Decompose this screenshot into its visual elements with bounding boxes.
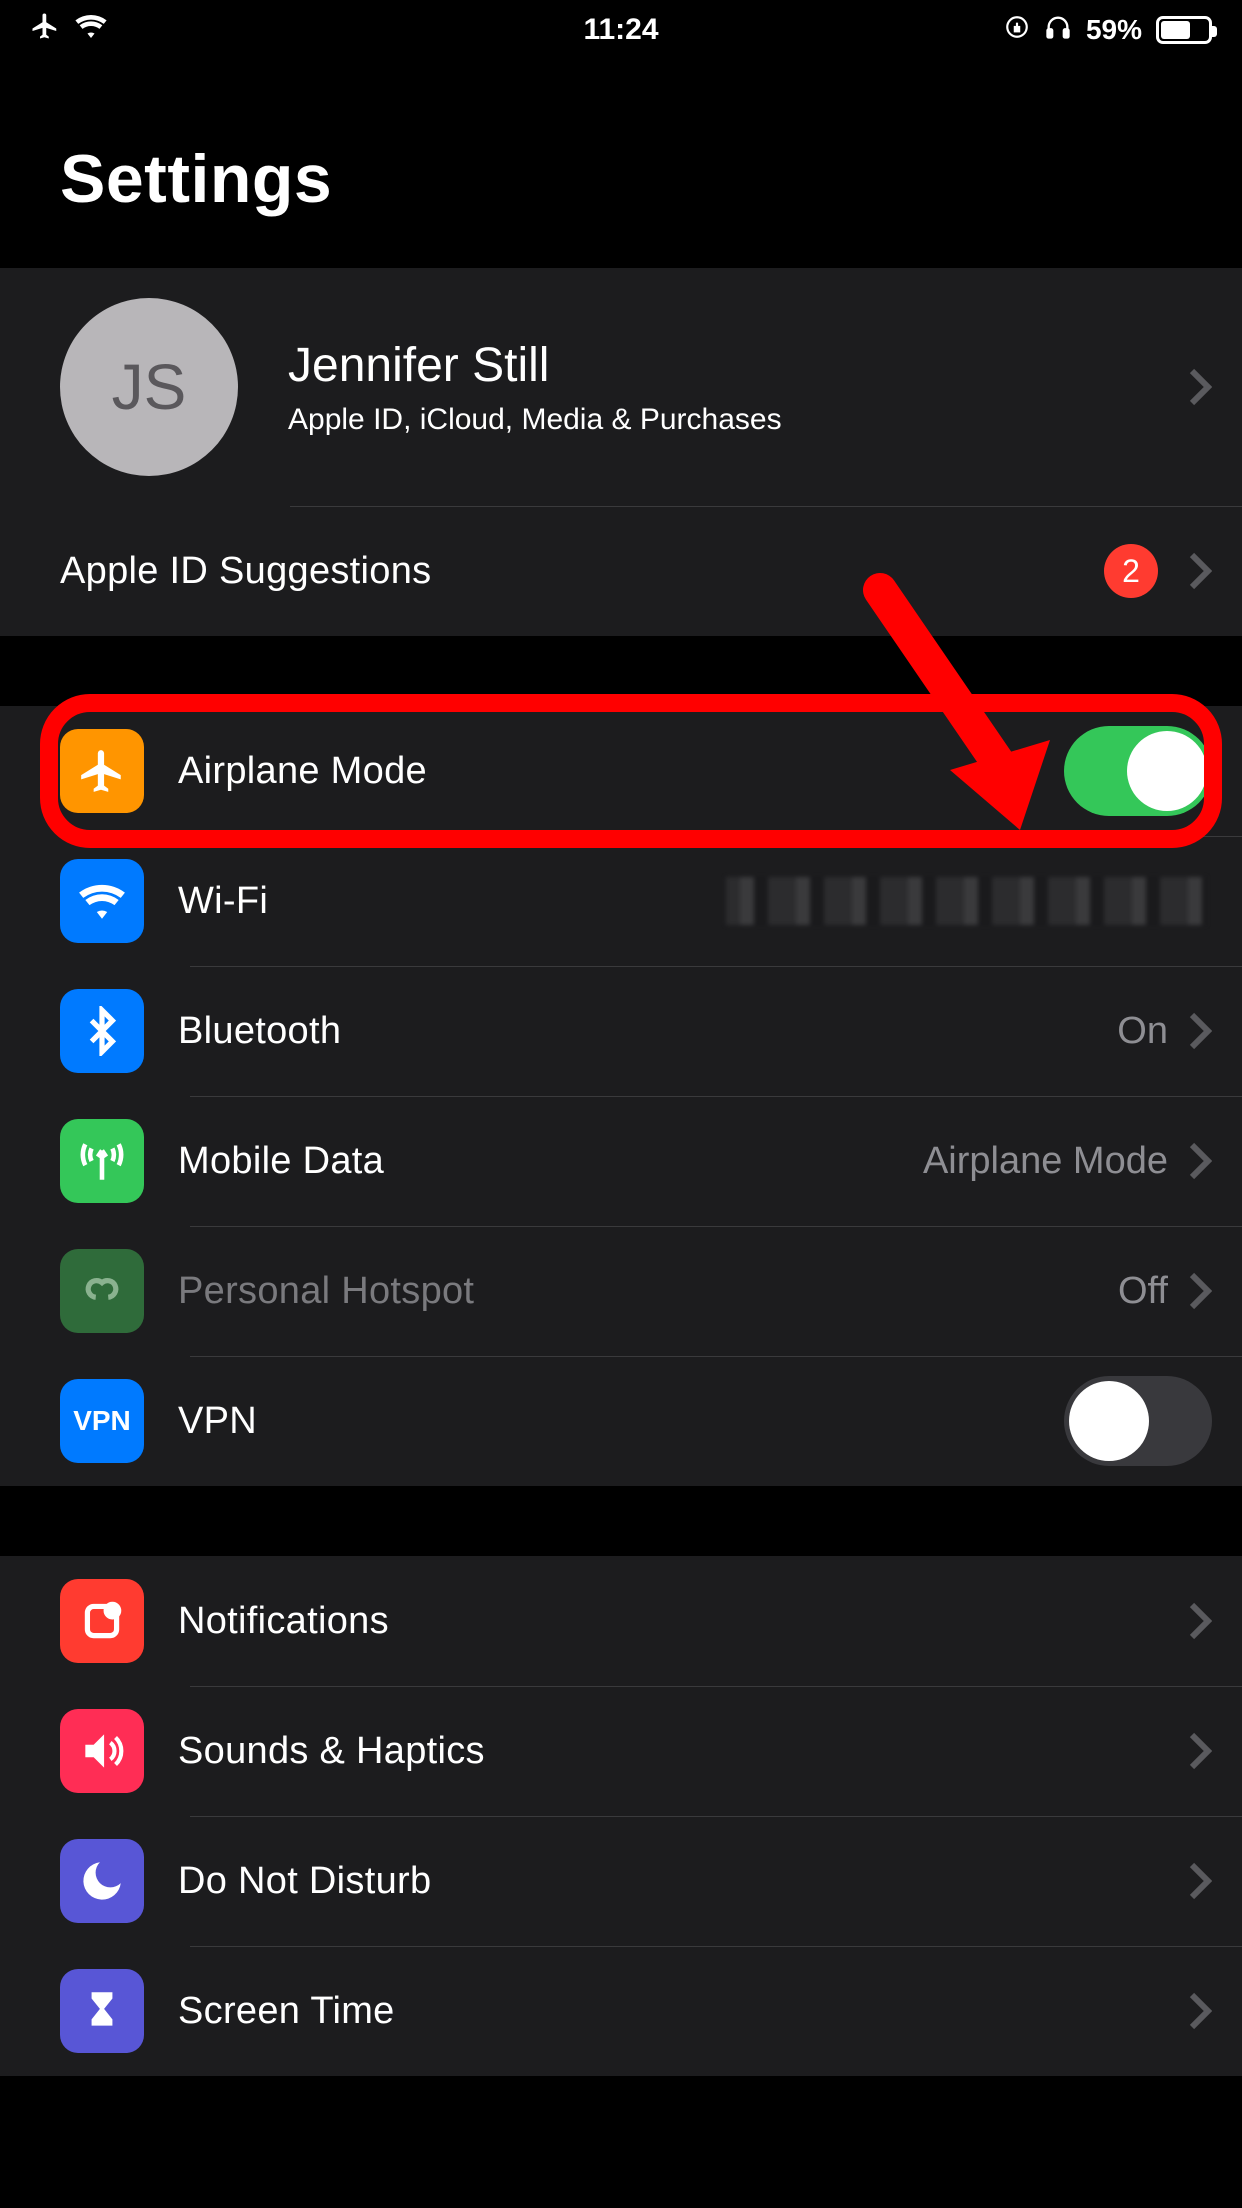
dnd-label: Do Not Disturb: [178, 1860, 1188, 1903]
cellular-icon: [60, 1119, 144, 1203]
chevron-right-icon: [1188, 367, 1212, 407]
hourglass-icon: [60, 1969, 144, 2053]
headphones-icon: [1044, 13, 1072, 48]
account-subtitle: Apple ID, iCloud, Media & Purchases: [288, 403, 1188, 437]
vpn-toggle[interactable]: [1064, 1376, 1212, 1466]
account-name: Jennifer Still: [288, 338, 1188, 393]
apple-id-suggestions-label: Apple ID Suggestions: [60, 550, 1104, 593]
status-bar: 11:24 59%: [0, 0, 1242, 60]
mobile-data-row[interactable]: Mobile Data Airplane Mode: [0, 1096, 1242, 1226]
hotspot-label: Personal Hotspot: [178, 1270, 1118, 1313]
bluetooth-label: Bluetooth: [178, 1010, 1117, 1053]
speaker-icon: [60, 1709, 144, 1793]
bluetooth-row[interactable]: Bluetooth On: [0, 966, 1242, 1096]
notifications-row[interactable]: Notifications: [0, 1556, 1242, 1686]
mobile-data-label: Mobile Data: [178, 1140, 923, 1183]
notifications-icon: [60, 1579, 144, 1663]
chevron-right-icon: [1188, 1141, 1212, 1181]
bluetooth-icon: [60, 989, 144, 1073]
page-title: Settings: [0, 60, 1242, 268]
do-not-disturb-row[interactable]: Do Not Disturb: [0, 1816, 1242, 1946]
moon-icon: [60, 1839, 144, 1923]
wifi-icon: [74, 9, 108, 51]
sounds-haptics-row[interactable]: Sounds & Haptics: [0, 1686, 1242, 1816]
vpn-label: VPN: [178, 1400, 1064, 1443]
notifications-label: Notifications: [178, 1600, 1188, 1643]
airplane-mode-icon: [30, 11, 60, 49]
vpn-row[interactable]: VPN VPN: [0, 1356, 1242, 1486]
chevron-right-icon: [1188, 1991, 1212, 2031]
battery-icon: [1156, 16, 1212, 44]
airplane-icon: [60, 729, 144, 813]
notification-badge: 2: [1104, 544, 1158, 598]
account-group: JS Jennifer Still Apple ID, iCloud, Medi…: [0, 268, 1242, 636]
apple-id-suggestions-row[interactable]: Apple ID Suggestions 2: [0, 506, 1242, 636]
hotspot-value: Off: [1118, 1270, 1168, 1313]
avatar: JS: [60, 298, 238, 476]
airplane-mode-row[interactable]: Airplane Mode: [0, 706, 1242, 836]
screen-time-row[interactable]: Screen Time: [0, 1946, 1242, 2076]
wifi-network-redacted: [726, 877, 1206, 925]
chevron-right-icon: [1188, 1271, 1212, 1311]
hotspot-icon: [60, 1249, 144, 1333]
wifi-label: Wi-Fi: [178, 880, 726, 923]
rotation-lock-icon: [1004, 14, 1030, 47]
general-group: Notifications Sounds & Haptics Do Not Di…: [0, 1556, 1242, 2076]
mobile-data-value: Airplane Mode: [923, 1140, 1168, 1183]
status-time: 11:24: [583, 13, 658, 47]
screen-time-label: Screen Time: [178, 1990, 1188, 2033]
apple-id-row[interactable]: JS Jennifer Still Apple ID, iCloud, Medi…: [0, 268, 1242, 506]
personal-hotspot-row[interactable]: Personal Hotspot Off: [0, 1226, 1242, 1356]
bluetooth-value: On: [1117, 1010, 1168, 1053]
sounds-label: Sounds & Haptics: [178, 1730, 1188, 1773]
vpn-icon: VPN: [60, 1379, 144, 1463]
chevron-right-icon: [1188, 551, 1212, 591]
chevron-right-icon: [1188, 1011, 1212, 1051]
wifi-icon: [60, 859, 144, 943]
chevron-right-icon: [1188, 1861, 1212, 1901]
airplane-mode-toggle[interactable]: [1064, 726, 1212, 816]
airplane-mode-label: Airplane Mode: [178, 750, 1064, 793]
chevron-right-icon: [1188, 1731, 1212, 1771]
chevron-right-icon: [1188, 1601, 1212, 1641]
connectivity-group: Airplane Mode Wi-Fi Bluetooth On Mobile …: [0, 706, 1242, 1486]
battery-pct: 59%: [1086, 14, 1142, 46]
wifi-row[interactable]: Wi-Fi: [0, 836, 1242, 966]
